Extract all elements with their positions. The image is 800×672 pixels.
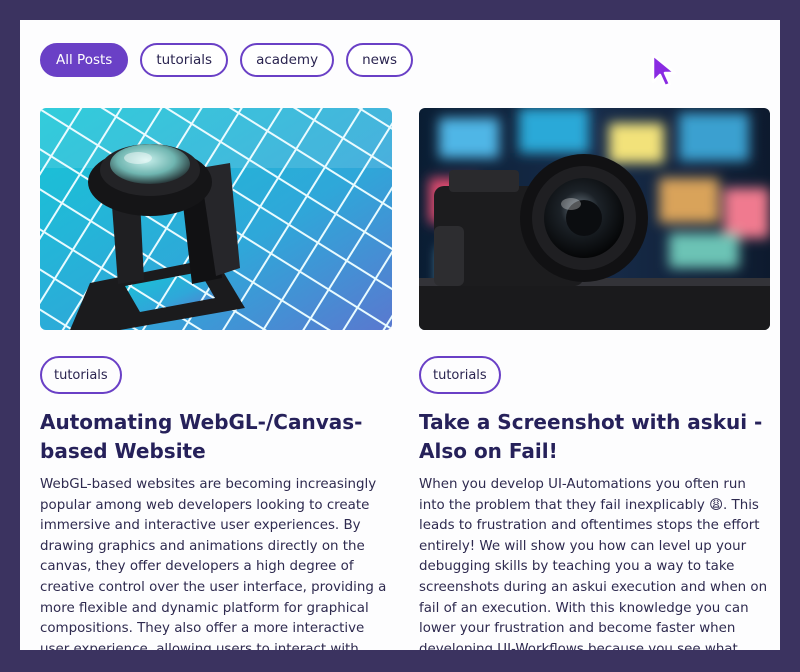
post-tag[interactable]: tutorials	[40, 356, 122, 394]
filter-tutorials-button[interactable]: tutorials	[140, 43, 229, 77]
post-card[interactable]: tutorials Take a Screenshot with askui -…	[419, 108, 770, 650]
blog-panel: All Posts tutorials academy news tutoria…	[20, 20, 780, 650]
post-thumbnail-camera-image[interactable]	[419, 108, 770, 330]
post-card[interactable]: tutorials Automating WebGL-/Canvas-based…	[40, 108, 392, 650]
mouse-cursor-icon	[651, 53, 677, 88]
category-filter-bar: All Posts tutorials academy news	[40, 43, 413, 77]
filter-news-button[interactable]: news	[346, 43, 413, 77]
post-excerpt: When you develop UI-Automations you ofte…	[419, 477, 768, 650]
post-tag[interactable]: tutorials	[419, 356, 501, 394]
post-thumbnail-magnifier-image[interactable]	[40, 108, 392, 330]
post-excerpt: WebGL-based websites are becoming increa…	[40, 477, 387, 650]
post-title[interactable]: Take a Screenshot with askui - Also on F…	[419, 408, 770, 466]
filter-academy-button[interactable]: academy	[240, 43, 335, 77]
post-title[interactable]: Automating WebGL-/Canvas-based Website	[40, 408, 392, 466]
filter-all-posts-button[interactable]: All Posts	[40, 43, 129, 77]
